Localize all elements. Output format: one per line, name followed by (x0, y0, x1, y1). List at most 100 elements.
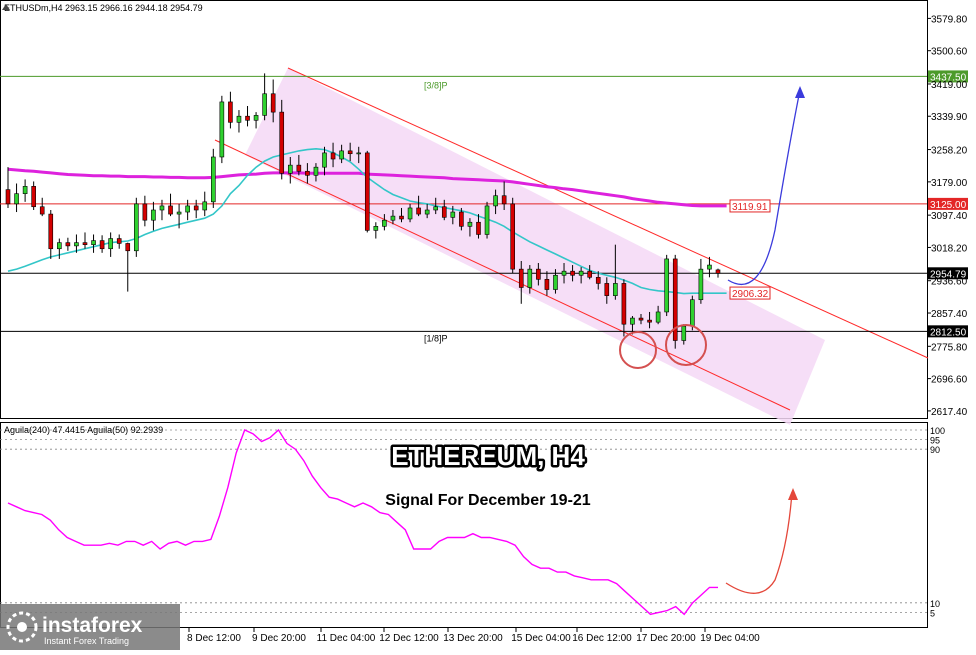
candle-body (219, 101, 225, 158)
level-label: [3/8]P (424, 80, 448, 90)
y-tick-label: 3018.20 (931, 243, 968, 254)
price-annotation: 3119.91 (732, 202, 768, 213)
forecast-arrowhead (795, 86, 805, 98)
logo-tagline: Instant Forex Trading (44, 636, 129, 646)
x-tick-label: 11 Dec 04:00 (317, 633, 376, 644)
candle-body (176, 211, 182, 215)
candle-body (211, 156, 216, 203)
candle-body (236, 115, 242, 123)
candle-body (399, 215, 404, 220)
candle-body (536, 268, 541, 280)
x-tick-label: 12 Dec 12:00 (379, 633, 439, 644)
candle-body (578, 270, 584, 276)
y-tick-label: 3097.40 (931, 211, 968, 222)
candle-body (91, 240, 96, 245)
level-label: [1/8]P (424, 333, 448, 343)
candle-body (390, 215, 396, 221)
candle-body (142, 203, 148, 221)
symbol-header: ETHUSDm,H4 2963.15 2966.16 2944.18 2954.… (4, 3, 203, 13)
candle-body (65, 242, 71, 247)
candle-body (14, 193, 19, 205)
candle-body (655, 311, 661, 323)
price-annotation: 2906.32 (732, 289, 769, 300)
candle-body (595, 276, 601, 284)
candle-body (570, 270, 575, 276)
y-tick-label: 3339.90 (931, 112, 968, 123)
y-tick-label: 2696.60 (931, 375, 968, 386)
candle-body (459, 211, 464, 227)
candle-body (621, 283, 627, 325)
candle-body (467, 221, 473, 227)
candle-body (450, 211, 456, 218)
x-tick-label: 15 Dec 04:00 (511, 633, 571, 644)
aguila-indicator-line (7, 428, 718, 616)
candle-body (638, 317, 644, 321)
candle-body (313, 166, 319, 176)
x-tick-label: 17 Dec 20:00 (636, 633, 696, 644)
candle-body (5, 189, 11, 205)
candle-body (707, 264, 712, 270)
candle-body (544, 279, 550, 290)
candle-body (484, 205, 490, 235)
indicator-level-label: 95 (930, 436, 940, 446)
candle-body (31, 186, 36, 208)
candle-body (501, 195, 507, 205)
candle-body (382, 219, 387, 227)
candle-body (39, 206, 45, 215)
level-price-label: 3125.00 (930, 200, 967, 211)
x-tick-label: 9 Dec 20:00 (252, 633, 306, 644)
candle-body (168, 205, 173, 215)
candle-body (99, 240, 105, 250)
y-tick-label: 3258.20 (931, 146, 968, 157)
candle-body (604, 283, 610, 296)
candle-body (22, 186, 28, 194)
logo-text: instaforex (42, 614, 143, 637)
candle-body (561, 270, 567, 276)
chart-subtitle: Signal For December 19-21 (385, 492, 591, 509)
candle-body (305, 170, 310, 176)
y-tick-label: 3579.80 (931, 14, 968, 25)
candle-body (587, 270, 592, 278)
candle-body (151, 209, 156, 221)
candle-body (279, 111, 285, 174)
candle-body (57, 242, 62, 250)
y-tick-label: 2775.80 (931, 342, 968, 353)
y-tick-label: 3419.00 (931, 80, 968, 91)
indicator-level-label: 100 (930, 426, 945, 436)
y-tick-label: 3500.60 (931, 47, 968, 58)
candle-body (134, 203, 139, 252)
x-tick-label: 19 Dec 04:00 (700, 633, 760, 644)
chart-title: ETHEREUM, H4 (391, 441, 585, 471)
y-tick-label: 3179.00 (931, 178, 968, 189)
candle-body (681, 325, 687, 341)
candle-body (364, 152, 370, 231)
candle-body (228, 101, 233, 123)
candle-body (424, 209, 430, 215)
indicator-level-label: 5 (930, 608, 935, 618)
descending-channel-fill (245, 68, 825, 425)
candle-body (159, 205, 165, 211)
candle-body (690, 299, 695, 327)
candle-body (116, 238, 122, 244)
indicator-forecast-arrowhead (788, 488, 798, 500)
candle-body (339, 150, 344, 160)
x-tick-label: 13 Dec 20:00 (443, 633, 503, 644)
level-price-label: 2812.50 (930, 327, 967, 338)
candle-body (664, 258, 669, 313)
candle-body (185, 205, 190, 213)
candle-body (433, 206, 439, 211)
candle-body (48, 213, 54, 250)
candle-body (698, 268, 704, 301)
candle-body (518, 268, 524, 288)
candle-body (193, 205, 199, 211)
candle-body (347, 150, 353, 155)
candle-body (82, 242, 88, 245)
candle-body (202, 201, 208, 211)
candle-body (613, 283, 618, 296)
forecast-arrow-up (727, 89, 801, 286)
candle-body (493, 195, 498, 207)
candle-body (715, 269, 721, 274)
candle-body (407, 207, 413, 220)
y-tick-label: 2857.40 (931, 309, 968, 320)
indicator-header: Aguila(240) 47.4415 Aguila(50) 92.2939 (4, 425, 163, 435)
